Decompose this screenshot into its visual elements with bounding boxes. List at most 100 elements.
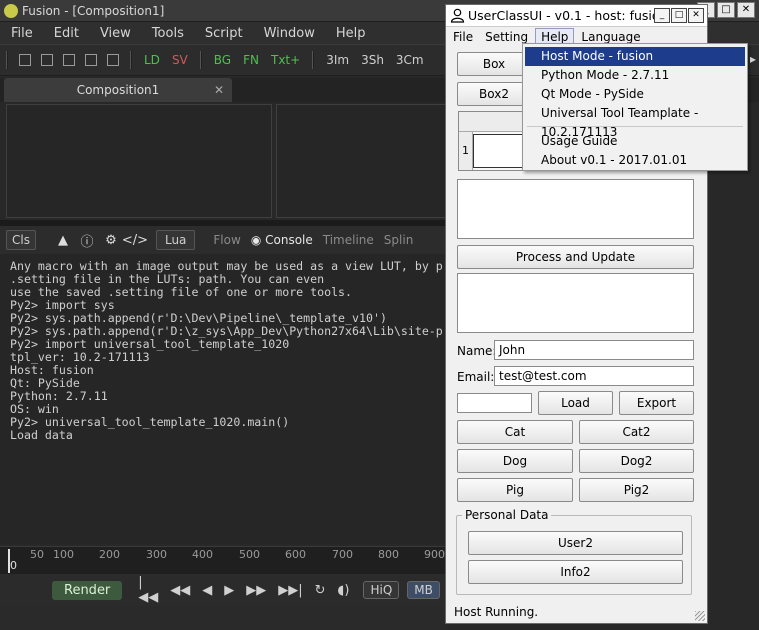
timeline-tick: 400 [192,548,213,561]
step-forward-icon[interactable]: ▶▶ [246,583,266,598]
text-area-1[interactable] [457,179,694,239]
toolbar-separator [130,51,132,69]
code-icon[interactable]: </> [122,231,148,249]
tab-composition1-label: Composition1 [76,83,160,97]
loop-icon[interactable]: ↻ [315,583,326,598]
skip-to-end-icon[interactable]: ▶▶| [278,583,302,598]
warning-icon[interactable]: ▲ [54,231,72,249]
lua-mode-button[interactable]: Lua [155,230,196,250]
maximize-icon[interactable]: □ [671,8,687,23]
email-field[interactable]: test@test.com [494,366,694,386]
name-field[interactable]: John [494,340,694,360]
resize-grip[interactable] [695,611,705,621]
timeline-tick: 900 [424,548,445,561]
name-label: Name: [457,344,497,358]
tool-3sh-button[interactable]: 3Sh [355,53,390,67]
info-icon[interactable]: ⓘ [78,231,96,250]
dog2-button[interactable]: Dog2 [579,449,694,473]
menu-tools[interactable]: Tools [141,26,194,41]
table-cell[interactable] [473,134,525,168]
timeline-tick: 50 [30,548,44,561]
play-icon[interactable]: ▶ [224,583,234,598]
file-path-field[interactable] [457,393,532,413]
toolbar-separator [312,51,315,69]
layout-split-icon[interactable] [41,54,53,66]
table-row-header: 1 [459,132,473,170]
user2-button[interactable]: User2 [468,531,683,555]
print-icon[interactable] [107,54,119,66]
pig2-button[interactable]: Pig2 [579,478,694,502]
menu-item-qt-mode[interactable]: Qt Mode - PySide [525,85,745,104]
box2-button[interactable]: Box2 [457,82,531,106]
status-bar-text: Host Running. [454,605,539,619]
step-back-icon[interactable]: ◀◀ [170,583,190,598]
load-button[interactable]: Load [538,391,613,415]
menu-view[interactable]: View [89,26,141,41]
mb-button[interactable]: MB [407,581,440,599]
tool-fn-button[interactable]: FN [237,53,265,67]
console-line: Py2> universal_tool_template_1020.main() [10,415,290,429]
box-button[interactable]: Box [457,52,531,76]
menu-item-python-mode[interactable]: Python Mode - 2.7.11 [525,66,745,85]
maximize-icon[interactable]: □ [717,2,735,18]
cat-button[interactable]: Cat [457,420,573,444]
menu-window[interactable]: Window [253,26,325,41]
console-line: Load data [10,428,73,442]
cat2-button[interactable]: Cat2 [579,420,694,444]
skip-to-start-icon[interactable]: |◀◀ [138,575,158,605]
menu-item-template-version[interactable]: Universal Tool Teamplate - 10.2.171113 [525,104,745,139]
layout-quad-icon[interactable] [63,54,75,66]
layout-stack-icon[interactable] [85,54,97,66]
tab-timeline[interactable]: Timeline [323,233,374,247]
close-icon[interactable]: ✕ [737,2,755,18]
info2-button[interactable]: Info2 [468,560,683,584]
dog-button[interactable]: Dog [457,449,573,473]
process-update-button[interactable]: Process and Update [457,245,694,269]
tool-3cm-button[interactable]: 3Cm [390,53,430,67]
menu-help[interactable]: Help [325,26,376,41]
menu-item-about[interactable]: About v0.1 - 2017.01.01 [525,151,745,170]
fusion-logo-icon [4,4,18,18]
timeline-tick: 100 [53,548,74,561]
timeline-ruler[interactable]: 50 100 200 300 400 500 600 700 800 900 0 [0,546,446,574]
clear-console-button[interactable]: Cls [6,230,36,250]
menu-item-host-mode[interactable]: Host Mode - fusion [525,47,745,66]
minimize-icon[interactable]: _ [654,8,670,23]
tool-3im-button[interactable]: 3Im [320,53,355,67]
tool-bg-button[interactable]: BG [208,53,237,67]
tab-spline[interactable]: Splin [384,233,414,247]
hiq-button[interactable]: HiQ [363,581,400,599]
tab-flow[interactable]: Flow [213,233,240,247]
console-output[interactable]: Any macro with an image output may be us… [0,254,446,544]
tool-sv-button[interactable]: SV [166,53,194,67]
help-dropdown-menu: Host Mode - fusion Python Mode - 2.7.11 … [522,43,748,171]
email-label: Email: [457,370,495,384]
close-icon[interactable]: ✕ [214,78,224,102]
layout-single-icon[interactable] [19,54,31,66]
menu-file[interactable]: File [0,26,43,41]
tool-ld-button[interactable]: LD [138,53,166,67]
console-toolbar: Cls ▲ ⓘ ⚙ </> Lua Flow ◉ Console Timelin… [0,226,446,254]
menu-item-usage-guide[interactable]: Usage Guide [525,132,745,151]
toolbar-overflow-icon[interactable]: ▸ [750,52,756,66]
timeline-tick: 200 [99,548,120,561]
viewer-right[interactable] [276,104,446,218]
viewer-left[interactable] [6,104,272,218]
export-button[interactable]: Export [619,391,694,415]
play-reverse-icon[interactable]: ◀ [202,583,212,598]
render-button[interactable]: Render [52,580,123,600]
pig-button[interactable]: Pig [457,478,573,502]
data-table[interactable]: 1 [458,111,526,171]
menu-edit[interactable]: Edit [43,26,89,41]
speaker-icon[interactable]: ◖) [338,583,350,598]
timeline-tick: 600 [285,548,306,561]
tab-composition1[interactable]: Composition1 ✕ [4,78,232,102]
menu-script[interactable]: Script [194,26,253,41]
qt-menu-file[interactable]: File [448,29,478,45]
text-area-2[interactable] [457,273,694,333]
tab-console-label: Console [265,233,313,247]
close-icon[interactable]: ✕ [688,8,704,23]
tab-console[interactable]: ◉ Console [251,233,313,247]
tool-txt-button[interactable]: Txt+ [265,53,306,67]
gear-icon[interactable]: ⚙ [102,231,120,249]
